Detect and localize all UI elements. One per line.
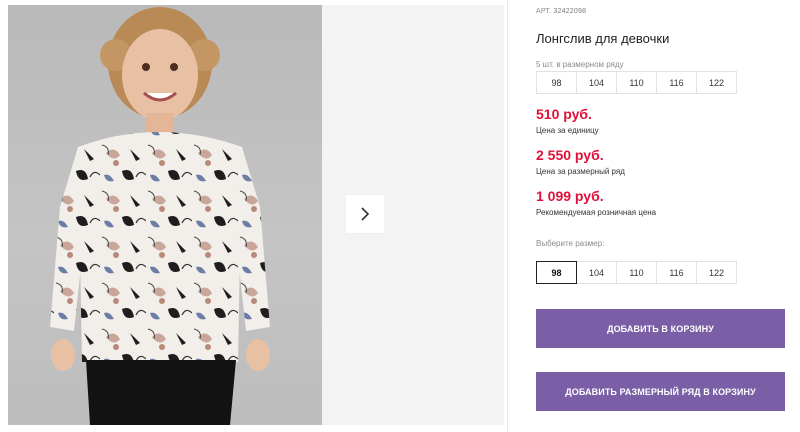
choose-size-label: Выберите размер:	[536, 239, 605, 248]
girl-in-floral-longsleeve-image	[50, 7, 270, 425]
size-run-table: 98 104 110 116 122	[536, 71, 737, 94]
product-details: АРТ. 32422098 Лонгслив для девочки 5 шт.…	[536, 0, 796, 432]
gallery-next-button[interactable]	[346, 195, 384, 233]
size-option-116[interactable]: 116	[656, 261, 697, 284]
add-to-cart-button[interactable]: ДОБАВИТЬ В КОРЗИНУ	[536, 309, 785, 348]
size-run-cell: 98	[536, 71, 577, 94]
product-title: Лонгслив для девочки	[536, 31, 670, 46]
add-size-run-to-cart-button[interactable]: ДОБАВИТЬ РАЗМЕРНЫЙ РЯД В КОРЗИНУ	[536, 372, 785, 411]
size-run-hint: 5 шт. в размерном ряду	[536, 60, 624, 69]
price-retail: 1 099 руб.	[536, 188, 604, 204]
article-label: АРТ.	[536, 8, 552, 15]
price-unit-label: Цена за единицу	[536, 126, 599, 135]
size-run-cell: 104	[576, 71, 617, 94]
size-run-cell: 122	[696, 71, 737, 94]
chevron-right-icon	[361, 207, 370, 221]
size-option-110[interactable]: 110	[616, 261, 657, 284]
product-photo[interactable]	[8, 5, 322, 425]
size-option-104[interactable]: 104	[576, 261, 617, 284]
size-option-98[interactable]: 98	[536, 261, 577, 284]
price-size-run: 2 550 руб.	[536, 147, 604, 163]
size-run-cell: 110	[616, 71, 657, 94]
product-gallery	[8, 5, 504, 425]
gallery-divider	[507, 0, 508, 432]
price-unit: 510 руб.	[536, 106, 592, 122]
price-size-run-label: Цена за размерный ряд	[536, 167, 625, 176]
size-run-cell: 116	[656, 71, 697, 94]
size-option-122[interactable]: 122	[696, 261, 737, 284]
article-value: 32422098	[553, 8, 587, 15]
price-retail-label: Рекомендуемая розничная цена	[536, 208, 657, 217]
article-number: АРТ. 32422098	[536, 8, 586, 15]
size-selector: 98 104 110 116 122	[536, 261, 737, 284]
